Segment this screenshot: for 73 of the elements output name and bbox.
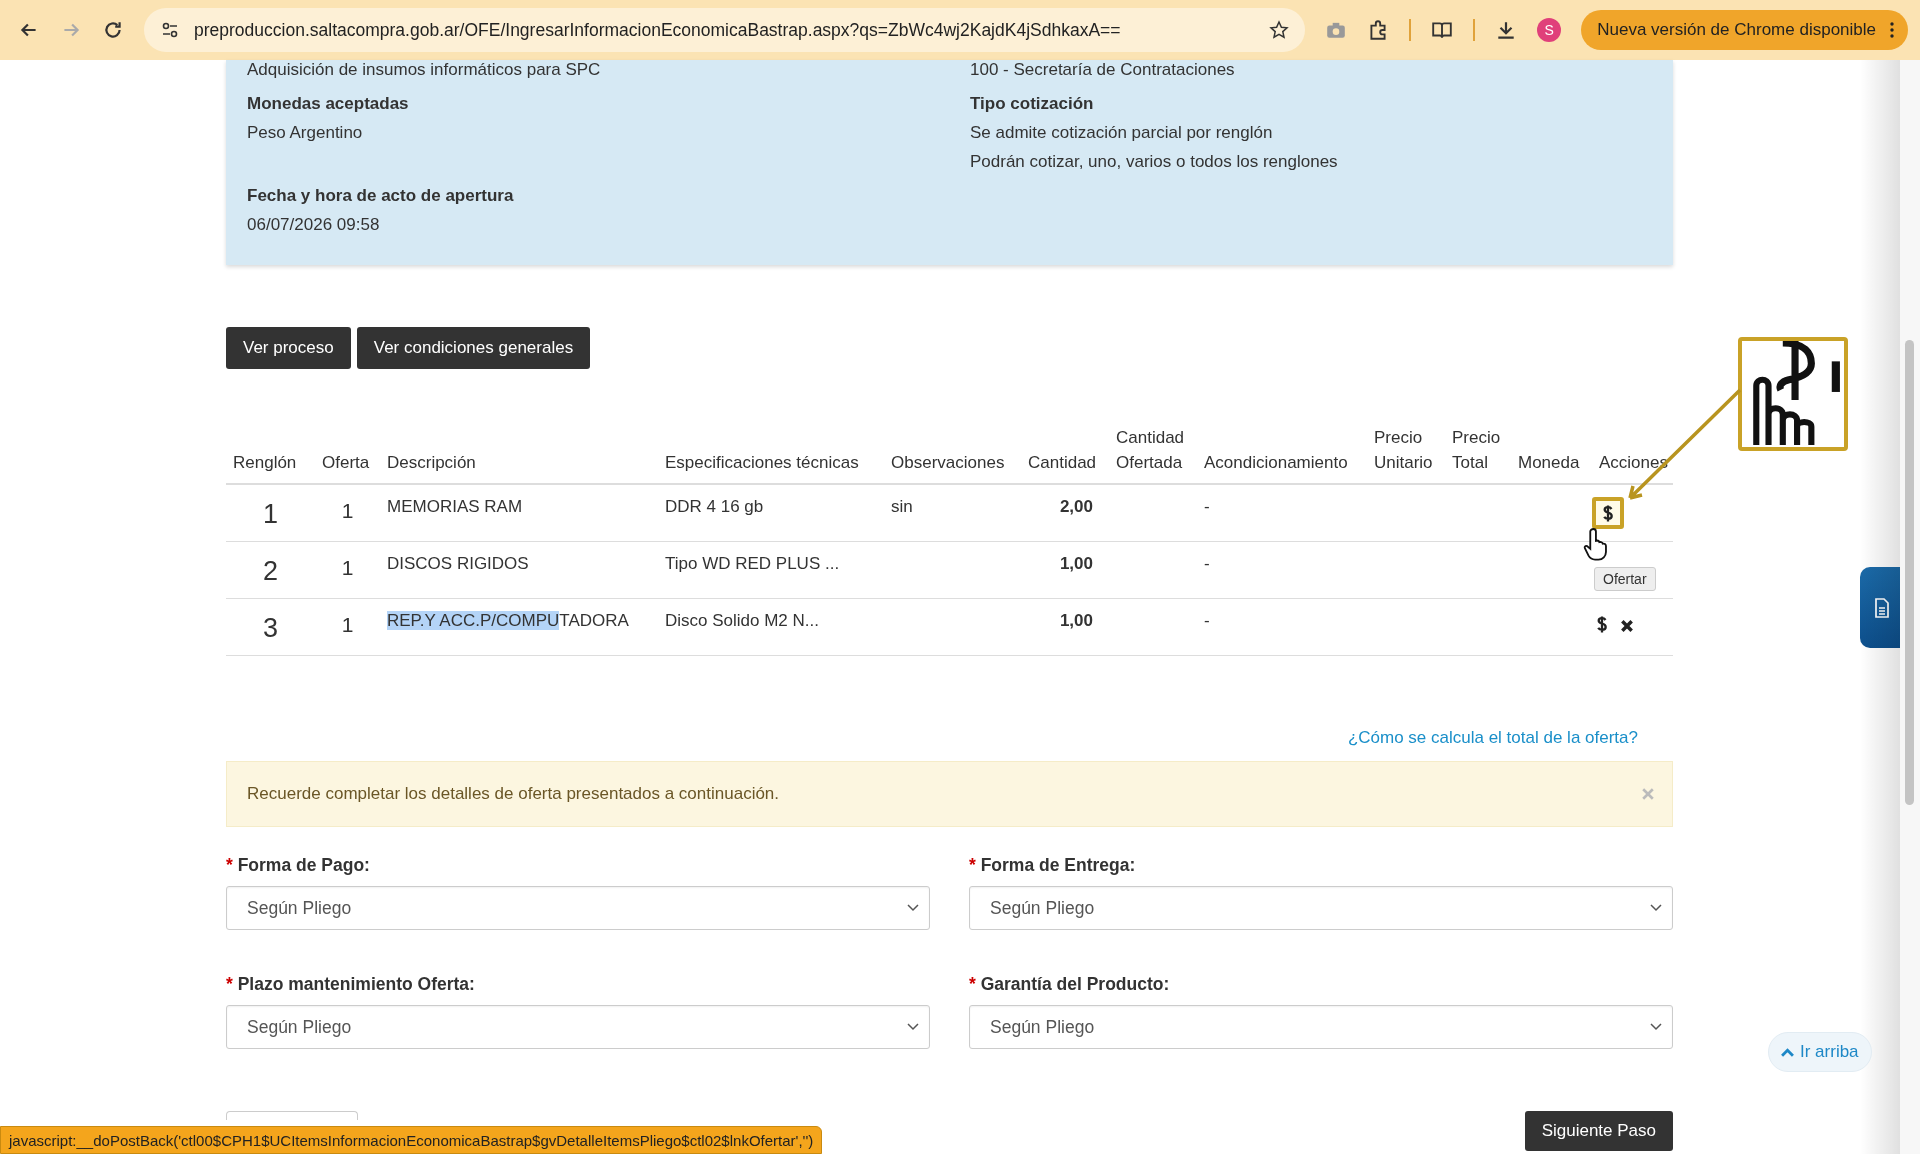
offer-dollar-icon[interactable] (1592, 497, 1624, 529)
column-header: Especificaciones técnicas (664, 452, 860, 474)
table-cell: - (1204, 497, 1210, 516)
status-bar: javascript:__doPostBack('ctl00$CPH1$UCItemsInformacionEconomicaBastrap$gvDetalleItemsPliego$ctl02$lnkOfertar','') (0, 1126, 823, 1154)
column-header: Cantidad (1027, 452, 1098, 474)
summary-label: Tipo cotización (970, 94, 1095, 114)
help-link[interactable]: ¿Cómo se calcula el total de la oferta? (1347, 728, 1638, 748)
table-cell-text: DDR 4 16 gb (664, 496, 765, 517)
column-header: Renglón (232, 452, 298, 474)
alert-text: Recuerde completar los detalles de oferta presentados a continuación. (247, 784, 780, 804)
update-chrome-button[interactable]: Nueva versión de Chrome disponible (1581, 10, 1908, 50)
field-label: * Garantía del Producto: (969, 974, 1171, 995)
book-icon[interactable] (1431, 19, 1454, 41)
select-field[interactable]: Según Pliego (226, 886, 930, 930)
action-button[interactable]: Ver proceso (226, 327, 351, 369)
star-icon[interactable] (1269, 20, 1290, 40)
summary-value: Se admite cotización parcial por renglón (970, 123, 1274, 143)
chevron-down-icon (1650, 904, 1662, 912)
table-cell-text: 3 (262, 612, 279, 644)
summary-label: Monedas aceptadas (247, 94, 410, 114)
select-field[interactable]: Según Pliego (969, 1005, 1673, 1049)
chevron-down-icon (907, 1023, 919, 1031)
back-to-top-button[interactable]: Ir arriba (1768, 1032, 1872, 1072)
column-header: Observaciones (890, 452, 1006, 474)
table-cell-text: 1 (340, 555, 355, 580)
chevron-up-icon (1781, 1047, 1794, 1057)
table-cell-text: Disco Solido M2 N... (664, 610, 820, 631)
table-cell-text: 2 (262, 555, 279, 587)
table-cell-text: REP.Y ACC.P/COMPUTADORA (386, 610, 630, 631)
table-cell-text: 1 (340, 612, 355, 637)
remove-icon[interactable] (1620, 619, 1634, 633)
table-cell-text: 1 (262, 498, 279, 530)
scrollbar-thumb[interactable] (1905, 340, 1914, 805)
chevron-down-icon (1650, 1023, 1662, 1031)
column-header: Moneda (1517, 452, 1581, 474)
table-cell: 1,00 (1059, 611, 1093, 630)
tooltip: Ofertar (1594, 567, 1656, 591)
reload-icon[interactable] (102, 19, 124, 41)
table-cell: - (1204, 611, 1210, 630)
site-settings-icon[interactable] (160, 20, 180, 40)
table-cell: sin (891, 497, 913, 516)
column-header: Precio Total (1451, 427, 1502, 474)
column-header: Cantidad Ofertada (1115, 427, 1186, 474)
column-header: Acondicionamiento (1203, 452, 1349, 474)
column-header: Precio Unitario (1373, 427, 1434, 474)
summary-value: 06/07/2026 09:58 (247, 215, 381, 235)
table-cell: 1,00 (1059, 554, 1093, 573)
table-cell-text: 1 (340, 498, 355, 523)
column-header: Descripción (386, 452, 477, 474)
table-cell: - (1204, 554, 1210, 573)
field-label: * Forma de Entrega: (969, 855, 1137, 876)
table-cell-text: Tipo WD RED PLUS ... (664, 553, 841, 574)
column-header: Oferta (321, 452, 371, 474)
next-step-button[interactable]: Siguiente Paso (1524, 1111, 1673, 1151)
profile-avatar[interactable]: S (1537, 18, 1562, 42)
address-bar[interactable]: preproduccion.saltacompra.gob.ar/OFE/IngresarInformacionEconomicaBastrap.aspx?qs=ZbWc4wj2KajdK4jSdhkaxA== (144, 8, 1306, 52)
summary-value: Peso Argentino (247, 123, 364, 143)
select-field[interactable]: Según Pliego (226, 1005, 930, 1049)
summary-value: Podrán cotizar, uno, varios o todos los renglones (970, 152, 1339, 172)
summary-label: Fecha y hora de acto de apertura (247, 186, 515, 206)
table-cell-text: DISCOS RIGIDOS (386, 553, 530, 574)
summary-value: Adquisición de insumos informáticos para SPC (247, 60, 602, 80)
document-icon[interactable] (1874, 597, 1890, 618)
summary-value: 100 - Secretaría de Contrataciones (970, 60, 1236, 80)
table-cell: 2,00 (1059, 497, 1093, 516)
select-field[interactable]: Según Pliego (969, 886, 1673, 930)
url-text: preproduccion.saltacompra.gob.ar/OFE/IngresarInformacionEconomicaBastrap.aspx?qs=ZbWc4wj2KajdK4jSdhkaxA== (194, 19, 1122, 41)
menu-icon[interactable] (1890, 22, 1894, 38)
table-cell-text: MEMORIAS RAM (386, 496, 524, 517)
field-label: * Plazo mantenimiento Oferta: (226, 974, 476, 995)
field-label: * Forma de Pago: (226, 855, 371, 876)
chevron-down-icon (907, 904, 919, 912)
action-button[interactable]: Ver condiciones generales (356, 327, 591, 369)
